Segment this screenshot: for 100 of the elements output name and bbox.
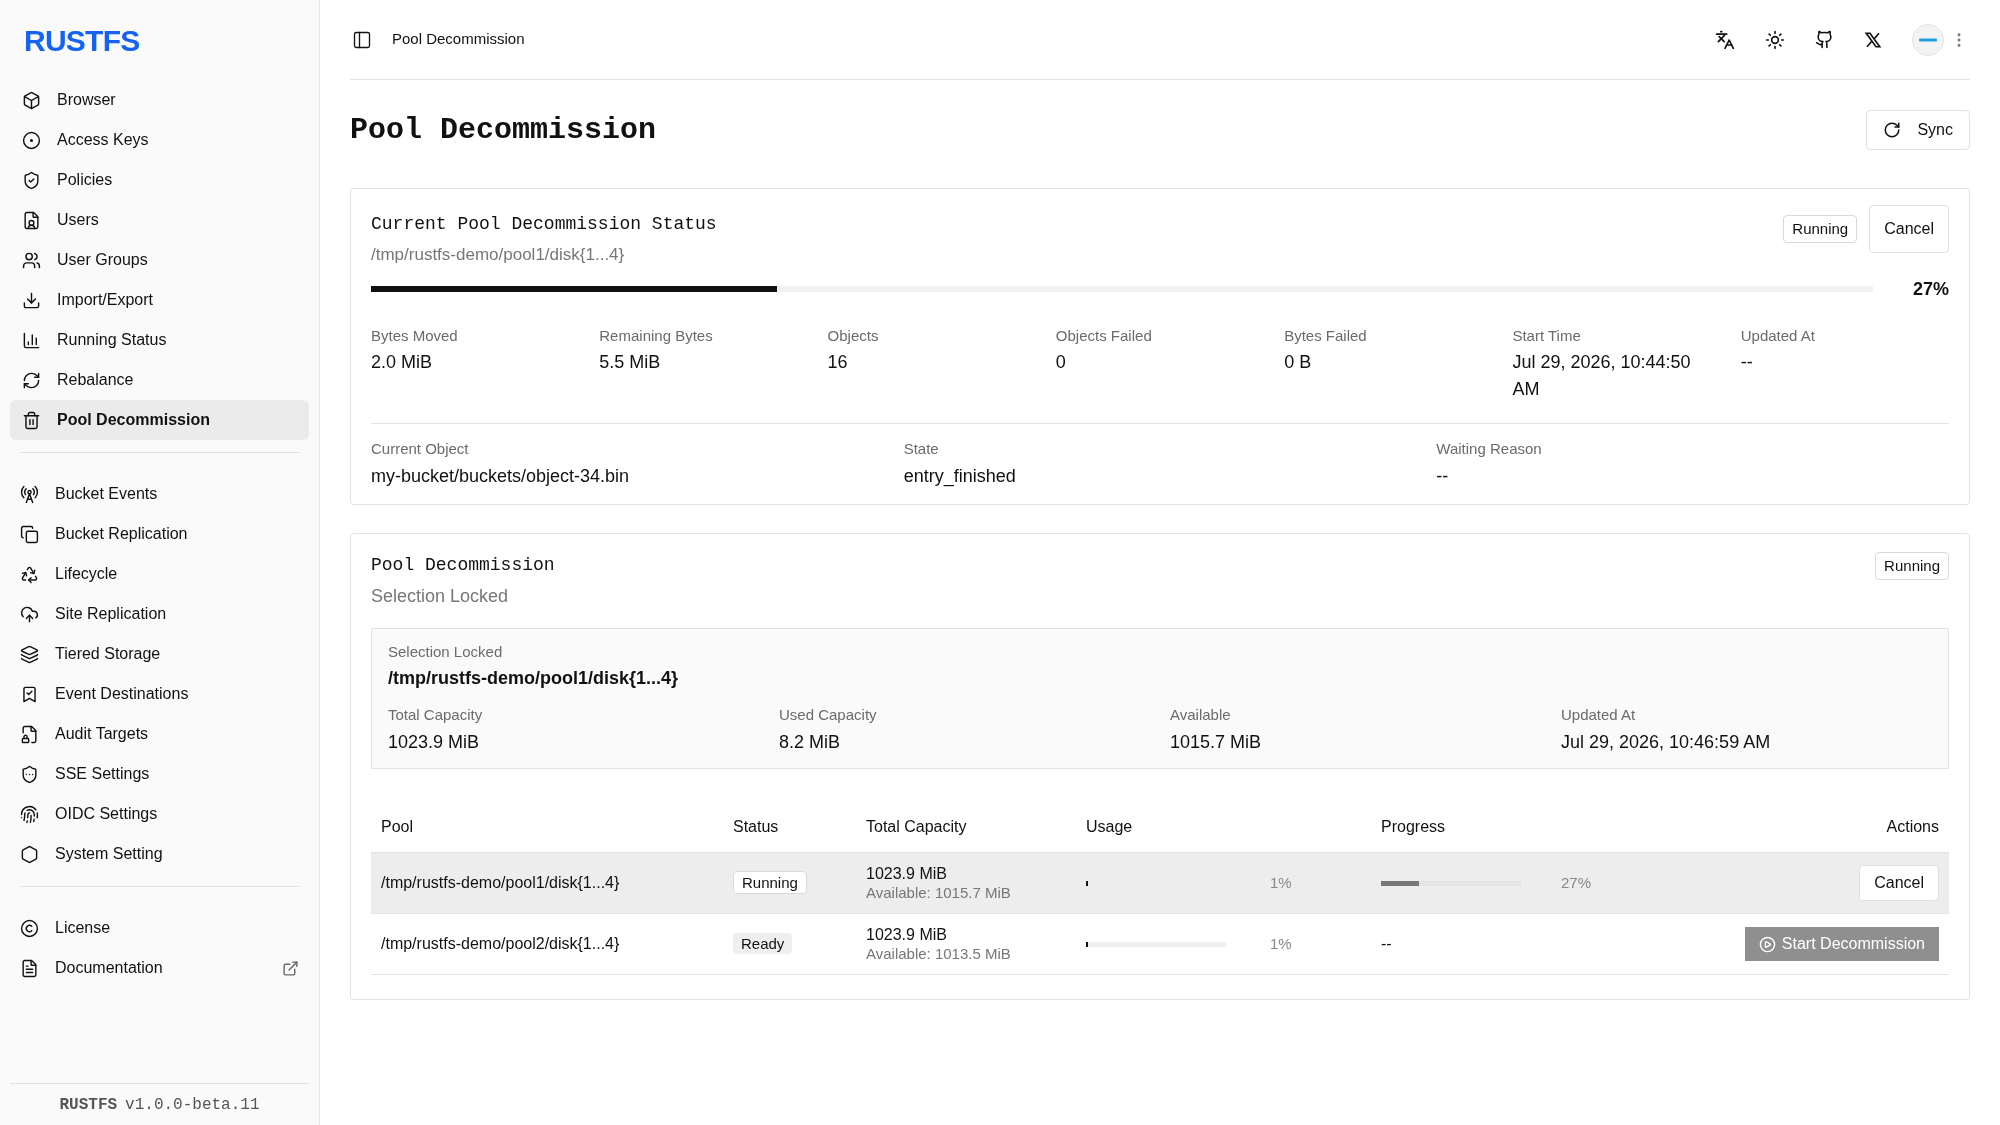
product-name: RUSTFS [59, 1094, 118, 1116]
nav-item[interactable]: Pool Decommission [10, 400, 309, 440]
stat-label: Objects [827, 325, 880, 346]
stat-value: 0 B [1284, 351, 1313, 374]
stat-value: 5.5 MiB [599, 351, 662, 374]
x-icon[interactable] [1864, 30, 1882, 49]
cancel-button[interactable]: Cancel [1859, 865, 1939, 901]
nav-item[interactable]: Rebalance [10, 360, 309, 400]
stat-value: Jul 29, 2026, 10:44:50 AM [1512, 351, 1692, 401]
status-badge: Ready [733, 933, 793, 954]
nav-item[interactable]: System Setting [10, 834, 309, 874]
stat-label: Remaining Bytes [599, 325, 714, 346]
column-header: Usage [1076, 802, 1371, 853]
stat-value: -- [1436, 464, 1450, 488]
pool-path: /tmp/rustfs-demo/pool1/disk{1...4} [371, 244, 626, 266]
logo: RUSTFS [24, 22, 140, 59]
capacity-available: Available: 1013.5 MiB [866, 944, 1012, 964]
stat-label: Waiting Reason [1436, 439, 1543, 459]
download-icon [22, 290, 41, 310]
nav-item[interactable]: Import/Export [10, 280, 309, 320]
copyright-icon [20, 918, 39, 938]
nav-item[interactable]: License [10, 908, 309, 948]
nav-item[interactable]: Site Replication [10, 594, 309, 634]
stat-label: Objects Failed [1055, 325, 1153, 346]
stat-label: Start Time [1512, 325, 1582, 346]
cube-icon [22, 90, 41, 110]
card-title: Current Pool Decommission Status [371, 213, 717, 236]
stat-value: 8.2 MiB [779, 730, 842, 754]
language-icon[interactable] [1715, 29, 1735, 50]
stat-label: Selection Locked [388, 641, 504, 662]
nav-item[interactable]: Browser [10, 80, 309, 120]
progress-percent: 27% [1912, 277, 1949, 301]
breadcrumb: Pool Decommission [392, 29, 525, 50]
nav-item[interactable]: Tiered Storage [10, 634, 309, 674]
sidebar-toggle-icon[interactable] [352, 29, 372, 50]
nav-item[interactable]: Bucket Events [10, 474, 309, 514]
stat-label: Updated At [1561, 705, 1637, 725]
nav-item[interactable]: SSE Settings [10, 754, 309, 794]
usage-percent: 1% [1270, 933, 1292, 954]
antenna-icon [20, 484, 39, 504]
status-badge: Running [1875, 551, 1949, 580]
stat-value: 1023.9 MiB [388, 730, 481, 754]
version-text: v1.0.0-beta.11 [125, 1094, 260, 1116]
users-icon [22, 250, 41, 270]
nav-item[interactable]: Audit Targets [10, 714, 309, 754]
capacity-available: Available: 1015.7 MiB [866, 883, 1012, 903]
bookmark-icon [20, 684, 39, 704]
stat-label: Available [1170, 705, 1232, 725]
sun-icon[interactable] [1765, 29, 1785, 50]
stat-label: Current Object [371, 439, 470, 459]
column-header: Actions [1671, 802, 1949, 853]
card-title: Pool Decommission [371, 553, 555, 577]
github-icon[interactable] [1815, 30, 1834, 49]
status-badge: Running [733, 871, 807, 894]
nav-item[interactable]: Event Destinations [10, 674, 309, 714]
nav-item[interactable]: Policies [10, 160, 309, 200]
pool-cell: /tmp/rustfs-demo/pool1/disk{1...4} [371, 852, 723, 914]
stat-label: Updated At [1740, 325, 1816, 346]
column-header: Progress [1371, 802, 1671, 853]
nav-item[interactable]: Running Status [10, 320, 309, 360]
column-header: Status [723, 802, 856, 853]
copy-icon [20, 524, 39, 544]
refresh-icon [1883, 121, 1902, 139]
cloud-upload-icon [20, 604, 39, 624]
locked-pool: /tmp/rustfs-demo/pool1/disk{1...4} [388, 667, 680, 690]
layers-icon [20, 644, 39, 664]
cycle-icon [20, 564, 39, 584]
stat-label: Bytes Failed [1284, 325, 1368, 346]
nav-item[interactable]: Access Keys [10, 120, 309, 160]
sync-button[interactable]: Sync [1866, 110, 1970, 150]
progress-percent: 27% [1561, 872, 1592, 893]
shield-icon [20, 764, 39, 784]
capacity-total: 1023.9 MiB [866, 924, 948, 945]
stat-value: 2.0 MiB [371, 351, 434, 374]
stat-label: Used Capacity [779, 705, 878, 725]
shield-icon [22, 170, 41, 190]
stat-label: Total Capacity [388, 705, 484, 725]
fingerprint-icon [20, 804, 39, 824]
usage-percent: 1% [1270, 872, 1292, 893]
stat-value: 0 [1055, 351, 1067, 374]
nav-item[interactable]: Documentation [10, 948, 309, 988]
stat-value: 1015.7 MiB [1170, 730, 1263, 754]
trash-icon [22, 410, 41, 430]
column-header: Total Capacity [856, 802, 1076, 853]
stat-value: my-bucket/buckets/object-34.bin [371, 464, 631, 488]
stat-value: Jul 29, 2026, 10:46:59 AM [1561, 730, 1772, 754]
nav-item[interactable]: OIDC Settings [10, 794, 309, 834]
document-icon [20, 958, 39, 978]
avatar[interactable] [1912, 23, 1944, 56]
page-title: Pool Decommission [350, 111, 657, 149]
nav-item[interactable]: Bucket Replication [10, 514, 309, 554]
capacity-total: 1023.9 MiB [866, 863, 948, 884]
nav-item[interactable]: Users [10, 200, 309, 240]
nav-item[interactable]: User Groups [10, 240, 309, 280]
cancel-button[interactable]: Cancel [1869, 205, 1949, 253]
nav-item[interactable]: Lifecycle [10, 554, 309, 594]
chart-icon [22, 330, 41, 350]
progress-empty: -- [1381, 935, 1392, 952]
stat-label: Bytes Moved [371, 325, 459, 346]
stat-value: 16 [827, 351, 849, 374]
